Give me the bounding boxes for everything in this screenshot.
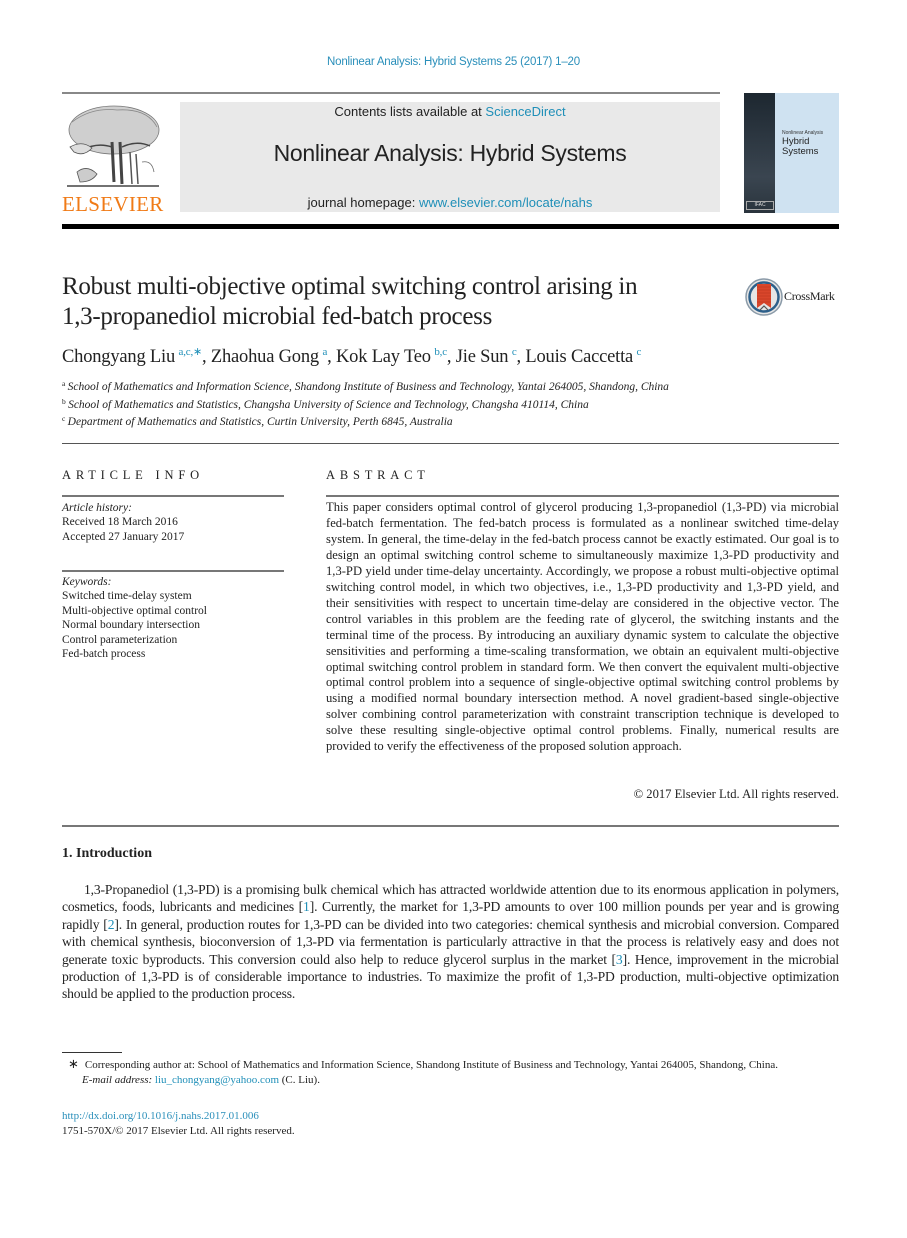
author-separator: , — [202, 347, 211, 367]
issn-copyright: 1751-570X/© 2017 Elsevier Ltd. All right… — [62, 1125, 295, 1137]
journal-cover-thumbnail[interactable]: Nonlinear Analysis Hybrid Systems IFAC — [744, 93, 839, 213]
cover-spine — [744, 93, 775, 213]
keyword: Switched time-delay system — [62, 590, 192, 603]
abstract-text: This paper considers optimal control of … — [326, 500, 839, 754]
affiliation-text: School of Mathematics and Information Sc… — [67, 381, 669, 393]
citation-link[interactable]: 1 — [303, 899, 310, 914]
article-info-heading: ARTICLE INFO — [62, 468, 204, 482]
cover-title-line2: Systems — [782, 146, 819, 157]
keywords-rule — [62, 570, 284, 572]
article-title: Robust multi-objective optimal switching… — [62, 272, 722, 332]
abstract-copyright: © 2017 Elsevier Ltd. All rights reserved… — [633, 787, 839, 801]
crossmark-icon[interactable] — [745, 277, 785, 317]
author[interactable]: Louis Caccetta c — [525, 346, 642, 367]
section-heading-introduction: 1. Introduction — [62, 846, 152, 861]
author-name[interactable]: Louis Caccetta — [525, 347, 633, 367]
keywords-block: Keywords: Switched time-delay system Mul… — [62, 575, 284, 661]
accepted-date: Accepted 27 January 2017 — [62, 530, 185, 543]
author[interactable]: Zhaohua Gong a, — [211, 346, 337, 367]
author-name[interactable]: Chongyang Liu — [62, 347, 175, 367]
doi-link[interactable]: http://dx.doi.org/10.1016/j.nahs.2017.01… — [62, 1110, 259, 1122]
abstract-rule — [326, 495, 839, 497]
elsevier-wordmark[interactable]: ELSEVIER — [62, 192, 163, 217]
crossmark-label[interactable]: CrossMark — [784, 289, 835, 304]
keyword: Normal boundary intersection — [62, 619, 200, 632]
article-info-rule — [62, 495, 284, 497]
sciencedirect-link[interactable]: ScienceDirect — [485, 104, 565, 119]
contents-prefix: Contents lists available at — [334, 104, 486, 119]
cover-ifac-badge: IFAC — [746, 201, 774, 210]
keywords-label: Keywords: — [62, 576, 112, 588]
keyword: Fed-batch process — [62, 648, 146, 661]
affiliation-mark: a — [62, 379, 66, 388]
abstract-heading: ABSTRACT — [326, 468, 430, 482]
email-label: E-mail address: — [82, 1073, 155, 1086]
author-affiliation-marks[interactable]: b,c — [434, 346, 447, 358]
author-email-link[interactable]: liu_chongyang@yahoo.com — [155, 1074, 279, 1086]
affiliation: a School of Mathematics and Information … — [62, 379, 842, 393]
keyword: Multi-objective optimal control — [62, 604, 207, 617]
citation-link[interactable]: 3 — [616, 952, 623, 967]
homepage-prefix: journal homepage: — [307, 195, 419, 210]
corresponding-author-text: Corresponding author at: School of Mathe… — [84, 1059, 778, 1071]
affiliation-divider — [62, 443, 839, 444]
article-title-line1: Robust multi-objective optimal switching… — [62, 273, 638, 300]
journal-name: Nonlinear Analysis: Hybrid Systems — [273, 140, 627, 166]
article-history: Article history: Received 18 March 2016 … — [62, 501, 284, 544]
header-thick-rule — [62, 224, 839, 229]
journal-homepage-link[interactable]: www.elsevier.com/locate/nahs — [419, 195, 592, 210]
author-name[interactable]: Zhaohua Gong — [211, 347, 319, 367]
masthead-top-rule — [62, 92, 720, 94]
affiliation-text: School of Mathematics and Statistics, Ch… — [68, 399, 589, 411]
running-head[interactable]: Nonlinear Analysis: Hybrid Systems 25 (2… — [0, 56, 907, 68]
author-name[interactable]: Jie Sun — [456, 347, 509, 367]
author[interactable]: Jie Sun c, — [456, 346, 526, 367]
article-title-line2: 1,3-propanediol microbial fed-batch proc… — [62, 303, 492, 330]
cover-title: Hybrid Systems — [782, 137, 818, 157]
contents-line: Contents lists available at ScienceDirec… — [180, 104, 720, 119]
corresponding-author-footnote: ∗ Corresponding author at: School of Math… — [62, 1056, 839, 1087]
author-separator: , — [327, 347, 337, 367]
author-affiliation-marks[interactable]: a,c,∗ — [179, 346, 203, 358]
elsevier-tree-logo[interactable] — [62, 102, 162, 190]
affiliation: b School of Mathematics and Statistics, … — [62, 397, 842, 411]
author-name[interactable]: Kok Lay Teo — [336, 347, 431, 367]
footnote-star: ∗ — [68, 1056, 79, 1071]
author[interactable]: Chongyang Liu a,c,∗, — [62, 346, 211, 367]
affiliation-mark: b — [62, 397, 66, 406]
affiliation: c Department of Mathematics and Statisti… — [62, 414, 842, 428]
keyword: Control parameterization — [62, 633, 178, 646]
email-suffix: (C. Liu). — [279, 1073, 320, 1086]
footnote-rule — [62, 1052, 122, 1053]
introduction-paragraph: 1,3-Propanediol (1,3-PD) is a promising … — [62, 881, 839, 1003]
article-history-label: Article history: — [62, 502, 132, 514]
author-affiliation-marks[interactable]: c — [637, 346, 642, 358]
affiliation-mark: c — [62, 414, 66, 423]
author-separator: , — [446, 347, 456, 367]
author[interactable]: Kok Lay Teo b,c, — [336, 346, 456, 367]
journal-homepage-line: journal homepage: www.elsevier.com/locat… — [180, 195, 720, 210]
abstract-bottom-rule — [62, 825, 839, 827]
received-date: Received 18 March 2016 — [62, 516, 178, 529]
author-list: Chongyang Liu a,c,∗, Zhaohua Gong a, Kok… — [62, 345, 842, 368]
affiliation-text: Department of Mathematics and Statistics… — [67, 416, 453, 428]
